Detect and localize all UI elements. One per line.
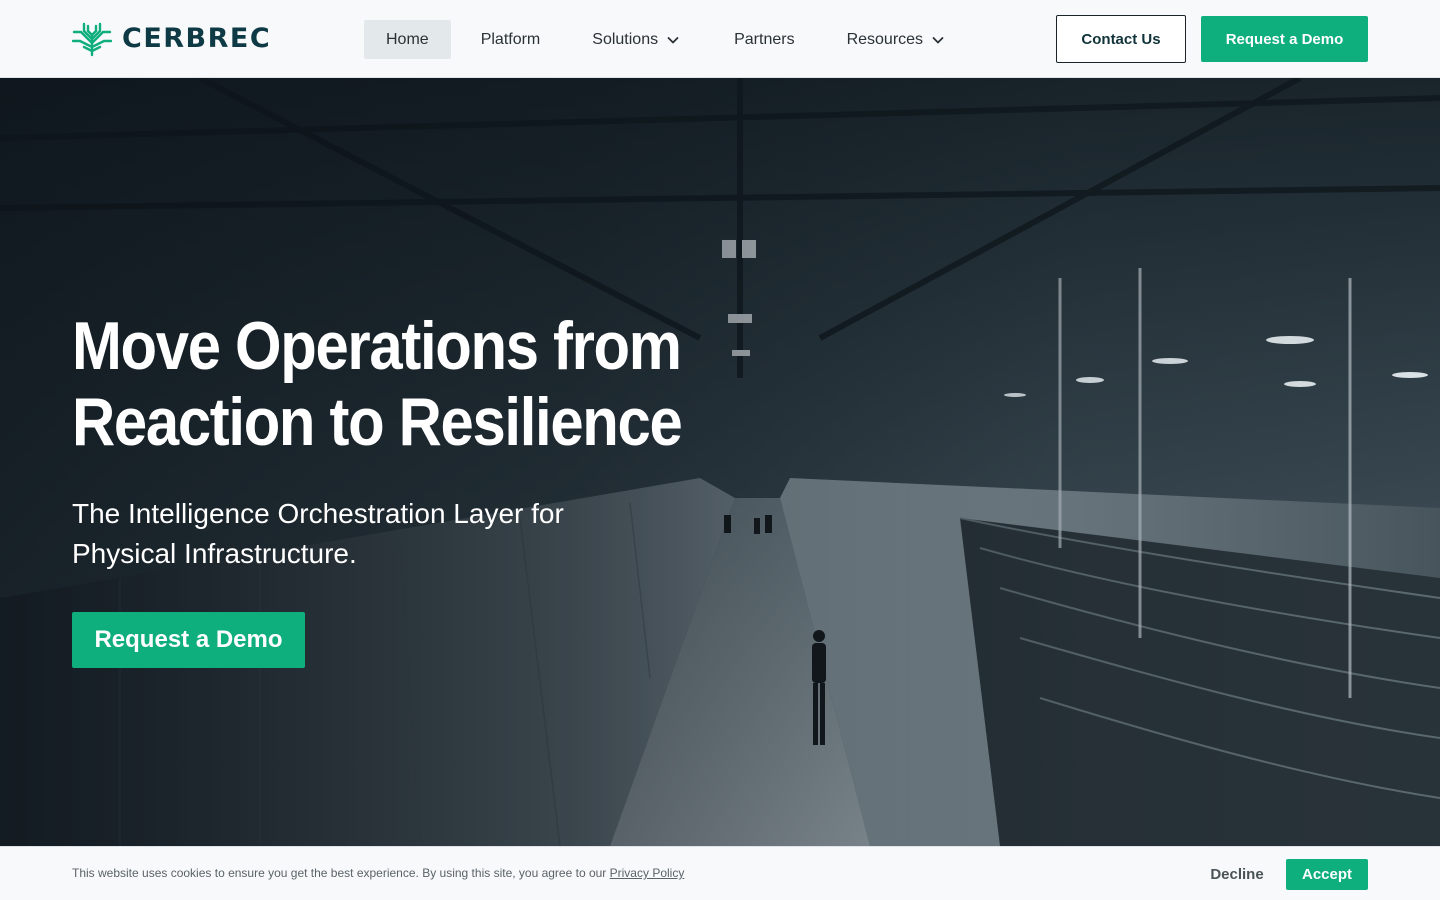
hero-section: Move Operations from Reaction to Resilie… [0,78,1440,846]
nav-item-label: Resources [846,30,924,48]
cookie-accept-button[interactable]: Accept [1286,859,1368,890]
nav-item-label: Platform [480,30,541,48]
privacy-policy-link[interactable]: Privacy Policy [610,866,685,880]
nav-item-solutions[interactable]: Solutions [570,20,702,59]
nav-item-partners[interactable]: Partners [712,20,816,59]
site-header: CERBREC Home Platform Solutions Partners… [0,0,1440,78]
hero-title: Move Operations from Reaction to Resilie… [72,308,688,460]
hero-title-line1: Move Operations from [72,308,682,384]
circuit-tree-icon [72,22,112,57]
nav-item-label: Partners [734,30,795,48]
hero-overlay [0,78,1440,846]
brand-name: CERBREC [122,23,272,54]
nav-item-platform[interactable]: Platform [459,20,563,59]
cookie-message-text: This website uses cookies to ensure you … [72,866,610,880]
cookie-message: This website uses cookies to ensure you … [72,866,684,880]
main-nav: Home Platform Solutions Partners Resourc… [364,20,967,59]
brand-logo[interactable]: CERBREC [72,21,271,57]
hero-subtitle: The Intelligence Orchestration Layer for… [72,494,672,574]
cookie-decline-button[interactable]: Decline [1196,859,1278,889]
chevron-down-icon [667,36,679,43]
hero-subtitle-line2: Physical Infrastructure. [72,538,357,569]
request-demo-button[interactable]: Request a Demo [1201,16,1368,62]
nav-item-resources[interactable]: Resources [825,20,967,59]
cookie-banner: This website uses cookies to ensure you … [0,846,1440,900]
nav-item-home[interactable]: Home [364,20,451,59]
chevron-down-icon [932,36,944,43]
hero-title-line2: Reaction to Resilience [72,384,683,460]
hero-request-demo-button[interactable]: Request a Demo [72,612,305,668]
contact-us-button[interactable]: Contact Us [1056,15,1186,63]
nav-item-label: Solutions [592,30,659,48]
nav-item-label: Home [386,30,429,48]
hero-subtitle-line1: The Intelligence Orchestration Layer for [72,498,564,529]
